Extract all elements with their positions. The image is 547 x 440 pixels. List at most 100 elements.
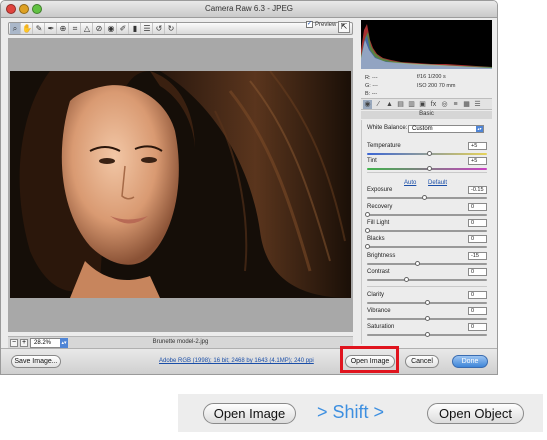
preview-checkbox[interactable]: ✓ Preview [306, 21, 336, 28]
slider-value-input[interactable]: 0 [468, 291, 487, 299]
title-bar: Camera Raw 6.3 - JPEG [1, 1, 497, 18]
slider-knob[interactable] [364, 244, 370, 249]
slider-value-input[interactable]: 0 [468, 268, 487, 276]
crop-tool-icon[interactable]: ⌗ [70, 23, 81, 34]
window-title: Camera Raw 6.3 - JPEG [204, 4, 294, 13]
divider [367, 172, 487, 173]
file-name: Brunette model-2.jpg [152, 339, 209, 345]
lens-tab-icon[interactable]: ▣ [418, 100, 427, 109]
highlight-box [340, 346, 399, 373]
camera-calibration-tab-icon[interactable]: ◎ [440, 100, 449, 109]
slider-label: Clarity [367, 292, 385, 298]
slider-knob[interactable] [424, 316, 430, 321]
callout-open-object-button: Open Object [427, 403, 524, 424]
divider [367, 286, 487, 287]
auto-default-links: Auto Default [404, 180, 457, 186]
zoom-tool-icon[interactable]: ⌕ [10, 23, 21, 34]
slider-clarity[interactable]: Clarity 0 [367, 291, 487, 308]
snapshots-tab-icon[interactable]: ▦ [462, 100, 471, 109]
slider-knob[interactable] [422, 195, 428, 200]
slider-track[interactable] [367, 214, 487, 216]
basic-tab-icon[interactable]: ◉ [363, 99, 372, 109]
slider-fill-light[interactable]: Fill Light 0 [364, 219, 487, 236]
slider-value-input[interactable]: +5 [468, 157, 487, 165]
slider-value-input[interactable]: 0 [468, 203, 487, 211]
white-balance-value: Custom [412, 126, 433, 132]
default-link[interactable]: Default [428, 180, 447, 186]
basic-panel: White Balance: Custom ▴▾ Temperature +5 Ti… [361, 120, 492, 344]
slider-label: Blacks [367, 236, 385, 242]
rotate-cw-icon[interactable]: ↻ [166, 23, 177, 34]
slider-value-input[interactable]: 0 [468, 235, 487, 243]
slider-knob[interactable] [426, 151, 432, 156]
tool-bar: ⌕ ✋ ✎ ✒ ⊕ ⌗ △ ⊘ ◉ ✐ ▮ ☰ ↺ ↻ [8, 22, 353, 35]
slider-label: Recovery [367, 204, 393, 210]
rotate-ccw-icon[interactable]: ↺ [154, 23, 165, 34]
slider-blacks[interactable]: Blacks 0 [364, 235, 487, 252]
straighten-tool-icon[interactable]: △ [82, 23, 93, 34]
panel-menu-icon[interactable]: ☰ [473, 100, 482, 109]
slider-contrast[interactable]: Contrast 0 [367, 268, 487, 285]
slider-track[interactable] [367, 246, 487, 248]
slider-track[interactable] [367, 263, 487, 265]
hand-tool-icon[interactable]: ✋ [22, 23, 33, 34]
slider-knob[interactable] [364, 228, 370, 233]
callout-open-image-button: Open Image [203, 403, 296, 424]
status-bar: − + 28.2% ▴▾ Brunette model-2.jpg [8, 336, 353, 348]
slider-saturation[interactable]: Saturation 0 [367, 323, 487, 340]
workflow-options-link[interactable]: Adobe RGB (1998); 16 bit; 2468 by 1643 (… [159, 358, 314, 364]
effects-tab-icon[interactable]: fx [429, 100, 438, 109]
hsl-tab-icon[interactable]: ▤ [396, 100, 405, 109]
adjustment-brush-tool-icon[interactable]: ✐ [118, 23, 129, 34]
preview-photo [10, 71, 351, 298]
split-toning-tab-icon[interactable]: ▥ [407, 100, 416, 109]
save-image-button[interactable]: Save Image... [11, 355, 61, 368]
image-canvas[interactable] [8, 38, 353, 332]
camera-raw-window: Camera Raw 6.3 - JPEG ⌕ ✋ ✎ ✒ ⊕ ⌗ △ ⊘ ◉ … [0, 0, 498, 375]
slider-knob[interactable] [364, 212, 370, 217]
done-button[interactable]: Done [452, 355, 488, 368]
slider-recovery[interactable]: Recovery 0 [364, 203, 487, 220]
slider-brightness[interactable]: Brightness -15 [367, 252, 487, 269]
slider-value-input[interactable]: 0 [468, 323, 487, 331]
spot-removal-tool-icon[interactable]: ⊘ [94, 23, 105, 34]
color-sampler-tool-icon[interactable]: ✒ [46, 23, 57, 34]
presets-tab-icon[interactable]: ≡ [451, 100, 460, 109]
tone-curve-tab-icon[interactable]: ⁄ [374, 100, 383, 109]
rgb-readout: R: --- G: --- B: --- [365, 74, 378, 98]
red-readout: R: --- [365, 75, 378, 81]
fullscreen-toggle-icon[interactable]: ⇱ [338, 21, 350, 33]
slider-knob[interactable] [414, 261, 420, 266]
slider-track[interactable] [367, 279, 487, 281]
panel-tabs: ◉ ⁄ ▲ ▤ ▥ ▣ fx ◎ ≡ ▦ ☰ [361, 98, 492, 110]
graduated-filter-tool-icon[interactable]: ▮ [130, 23, 141, 34]
white-balance-tool-icon[interactable]: ✎ [34, 23, 45, 34]
cancel-button[interactable]: Cancel [405, 355, 439, 368]
white-balance-select[interactable]: Custom ▴▾ [408, 125, 484, 133]
slider-vibrance[interactable]: Vibrance 0 [367, 307, 487, 324]
slider-knob[interactable] [424, 300, 430, 305]
slider-value-input[interactable]: -0.15 [468, 186, 487, 194]
auto-link[interactable]: Auto [404, 180, 416, 186]
slider-value-input[interactable]: +5 [468, 142, 487, 150]
white-balance-label: White Balance: [367, 125, 408, 131]
slider-knob[interactable] [426, 166, 432, 171]
slider-value-input[interactable]: 0 [468, 307, 487, 315]
slider-label: Fill Light [367, 220, 390, 226]
red-eye-tool-icon[interactable]: ◉ [106, 23, 117, 34]
detail-tab-icon[interactable]: ▲ [385, 100, 394, 109]
slider-label: Exposure [367, 187, 393, 193]
slider-label: Tint [367, 158, 377, 164]
button-swap-callout: Open Image > Shift > Open Object [178, 394, 543, 432]
targeted-adjustment-tool-icon[interactable]: ⊕ [58, 23, 69, 34]
slider-value-input[interactable]: -15 [468, 252, 487, 260]
slider-knob[interactable] [404, 277, 410, 282]
blue-readout: B: --- [365, 91, 378, 97]
slider-exposure[interactable]: Exposure -0.15 [367, 186, 487, 203]
green-readout: G: --- [365, 83, 378, 89]
slider-label: Brightness [367, 253, 396, 259]
slider-track[interactable] [367, 230, 487, 232]
slider-value-input[interactable]: 0 [468, 219, 487, 227]
slider-knob[interactable] [424, 332, 430, 337]
preferences-tool-icon[interactable]: ☰ [142, 23, 153, 34]
